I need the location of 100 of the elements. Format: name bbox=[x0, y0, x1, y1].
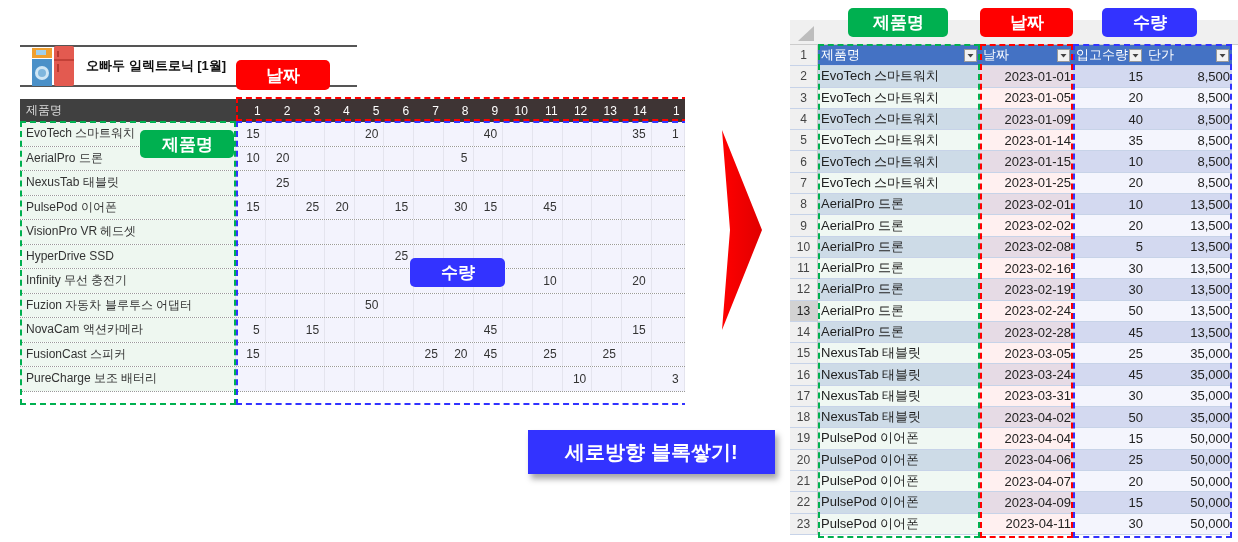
table-cell: 35,000 bbox=[1145, 343, 1232, 365]
row-header[interactable]: 13 bbox=[790, 300, 818, 322]
table-cell: 45 bbox=[1073, 364, 1145, 386]
table-cell: 25 bbox=[592, 342, 622, 366]
arrow-icon bbox=[722, 130, 762, 330]
table-cell: Infinity 무선 충전기 bbox=[20, 269, 236, 293]
row-header[interactable]: 23 bbox=[790, 513, 818, 535]
table-cell: 2023-04-09 bbox=[980, 492, 1073, 514]
table-cell: NexusTab 태블릿 bbox=[818, 407, 980, 429]
column-header: 1 bbox=[671, 102, 681, 120]
table-cell: HyperDrive SSD bbox=[20, 244, 236, 268]
filter-dropdown-button[interactable] bbox=[1057, 48, 1070, 62]
filter-dropdown-button[interactable] bbox=[1129, 48, 1142, 62]
column-header: 6 bbox=[401, 102, 411, 120]
table-cell: 35,000 bbox=[1145, 364, 1232, 386]
table-cell: AerialPro 드론 bbox=[818, 279, 980, 301]
column-header: 1 bbox=[253, 102, 262, 120]
table-cell: 2023-04-04 bbox=[980, 428, 1073, 450]
row-header[interactable]: 5 bbox=[790, 130, 818, 152]
table-cell: 30 bbox=[1073, 279, 1145, 301]
table-cell: 20 bbox=[621, 269, 652, 293]
table-cell: 8,500 bbox=[1145, 66, 1232, 88]
table-cell: PulsePod 이어폰 bbox=[818, 428, 980, 450]
table-cell: 50,000 bbox=[1145, 470, 1232, 493]
table-cell: 30 bbox=[443, 195, 474, 219]
row-header[interactable]: 8 bbox=[790, 194, 818, 216]
table-cell: 13,500 bbox=[1145, 215, 1232, 237]
table-cell: 5 bbox=[236, 318, 266, 342]
row-header[interactable]: 1 bbox=[790, 45, 818, 67]
row-header[interactable]: 2 bbox=[790, 66, 818, 88]
column-header: 4 bbox=[342, 102, 351, 120]
table-cell: 2023-04-02 bbox=[980, 407, 1073, 429]
table-cell: 5 bbox=[443, 146, 474, 170]
row-header[interactable]: 16 bbox=[790, 364, 818, 386]
row-header[interactable]: 10 bbox=[790, 236, 818, 258]
row-header[interactable]: 6 bbox=[790, 151, 818, 173]
table-cell: 2023-02-02 bbox=[980, 215, 1073, 237]
annotation-label: 제품명 bbox=[140, 130, 234, 158]
table-cell: 15 bbox=[1073, 428, 1145, 450]
table-cell: 20 bbox=[1073, 87, 1145, 109]
table-cell: 13,500 bbox=[1145, 194, 1232, 216]
table-cell: AerialPro 드론 bbox=[818, 215, 980, 237]
row-header[interactable]: 4 bbox=[790, 108, 818, 131]
table-cell: 10 bbox=[1073, 194, 1145, 216]
row-header[interactable]: 21 bbox=[790, 470, 818, 493]
row-header[interactable]: 18 bbox=[790, 407, 818, 429]
table-cell: NexusTab 태블릿 bbox=[818, 343, 980, 365]
table-cell: 8,500 bbox=[1145, 151, 1232, 173]
row-header[interactable]: 12 bbox=[790, 279, 818, 301]
table-cell: NexusTab 태블릿 bbox=[818, 364, 980, 386]
table-cell: 25 bbox=[1073, 343, 1145, 365]
table-cell: AerialPro 드론 bbox=[818, 194, 980, 216]
table-cell: 45 bbox=[473, 342, 504, 366]
column-header: 8 bbox=[460, 102, 470, 120]
table-cell: 20 bbox=[265, 146, 296, 170]
table-cell: 50 bbox=[1073, 407, 1145, 429]
table-cell: 2023-03-05 bbox=[980, 343, 1073, 365]
table-cell: 35,000 bbox=[1145, 407, 1232, 429]
column-header: 14 bbox=[632, 102, 648, 120]
table-cell: 15 bbox=[295, 318, 326, 342]
column-header: 제품명 bbox=[20, 99, 236, 122]
table-cell: 15 bbox=[621, 318, 652, 342]
row-header[interactable]: 17 bbox=[790, 385, 818, 408]
row-header[interactable]: 20 bbox=[790, 449, 818, 471]
table-cell: 50,000 bbox=[1145, 492, 1232, 514]
table-cell: 15 bbox=[236, 122, 266, 146]
filter-dropdown-button[interactable] bbox=[964, 48, 977, 62]
table-cell: 20 bbox=[354, 122, 385, 146]
filter-dropdown-button[interactable] bbox=[1216, 48, 1229, 62]
table-cell: 15 bbox=[384, 195, 415, 219]
table-cell: EvoTech 스마트워치 bbox=[818, 66, 980, 88]
column-header: 날짜 bbox=[983, 46, 1009, 65]
table-cell: FusionCast 스피커 bbox=[20, 342, 236, 366]
table-cell: 10 bbox=[1073, 151, 1145, 173]
table-cell: PulsePod 이어폰 bbox=[818, 470, 980, 493]
annotation-label: 수량 bbox=[410, 258, 505, 287]
column-header: 11 bbox=[544, 102, 559, 120]
annotation-label: 날짜 bbox=[236, 60, 330, 90]
table-cell: EvoTech 스마트워치 bbox=[818, 130, 980, 152]
row-header[interactable]: 14 bbox=[790, 321, 818, 344]
row-header[interactable]: 3 bbox=[790, 87, 818, 109]
annotation-label: 수량 bbox=[1102, 8, 1197, 37]
table-cell: 50,000 bbox=[1145, 428, 1232, 450]
sheet-title: 오빠두 일렉트로닉 [1월] bbox=[86, 57, 227, 75]
row-header[interactable]: 11 bbox=[790, 257, 818, 280]
row-header[interactable]: 7 bbox=[790, 172, 818, 195]
table-cell: 40 bbox=[473, 122, 504, 146]
table-cell: Fuzion 자동차 블루투스 어댑터 bbox=[20, 293, 236, 317]
column-header: 10 bbox=[513, 102, 529, 120]
table-cell: PureCharge 보조 배터리 bbox=[20, 367, 236, 391]
row-header[interactable]: 9 bbox=[790, 215, 818, 237]
table-cell: 8,500 bbox=[1145, 130, 1232, 152]
annotation-label: 날짜 bbox=[980, 8, 1073, 37]
table-cell: 10 bbox=[562, 367, 593, 391]
row-header[interactable]: 15 bbox=[790, 343, 818, 365]
row-header[interactable]: 22 bbox=[790, 492, 818, 514]
table-cell: 2023-02-01 bbox=[980, 194, 1073, 216]
row-header[interactable]: 19 bbox=[790, 428, 818, 450]
column-header: 3 bbox=[312, 102, 322, 120]
table-cell: 25 bbox=[295, 195, 326, 219]
